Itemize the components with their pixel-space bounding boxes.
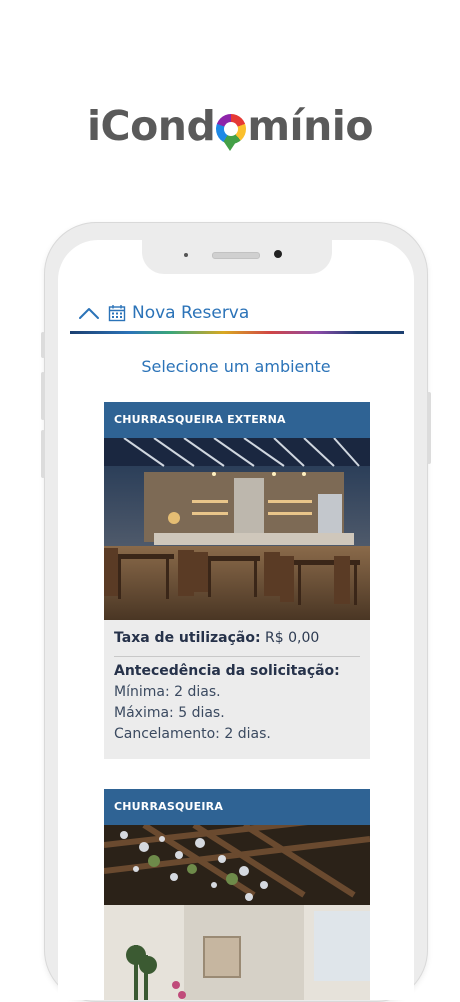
phone-notch <box>142 240 332 274</box>
advance-min: Mínima: 2 dias. <box>114 684 221 700</box>
ambiente-photo <box>104 825 370 1000</box>
brand-prefix: iCond <box>86 102 216 150</box>
app-header[interactable]: Nova Reserva <box>66 296 400 330</box>
phone-volume-up <box>41 372 45 420</box>
ambiente-photo <box>104 438 370 620</box>
chevron-up-icon[interactable] <box>78 302 100 324</box>
fee-row: Taxa de utilização: R$ 0,00 <box>114 630 360 646</box>
divider <box>114 656 360 657</box>
card-title: CHURRASQUEIRA EXTERNA <box>104 402 370 438</box>
phone-frame: Nova Reserva Selecione um ambiente CHURR… <box>41 222 431 1002</box>
ambiente-card[interactable]: CHURRASQUEIRA EXTERNA Taxa de utilização… <box>104 402 370 759</box>
phone-mute-switch <box>41 332 45 358</box>
phone-camera <box>274 250 282 258</box>
brand-suffix: mínio <box>247 102 374 150</box>
advance-cancel: Cancelamento: 2 dias. <box>114 726 271 742</box>
fee-label: Taxa de utilização: <box>114 630 261 646</box>
advance-max: Máxima: 5 dias. <box>114 705 225 721</box>
card-details: Taxa de utilização: R$ 0,00 Antecedência… <box>104 620 370 759</box>
phone-screen: Nova Reserva Selecione um ambiente CHURR… <box>58 240 414 1000</box>
page-title: Nova Reserva <box>132 303 250 323</box>
phone-volume-down <box>41 430 45 478</box>
header-divider <box>70 331 404 334</box>
phone-power-button <box>427 392 431 464</box>
advance-title: Antecedência da solicitação: <box>114 663 340 679</box>
brand-logo: iCond mínio <box>0 102 460 151</box>
fee-value: R$ 0,00 <box>265 630 320 646</box>
calendar-icon <box>108 305 126 322</box>
section-subtitle: Selecione um ambiente <box>141 357 331 376</box>
phone-sensor <box>184 253 188 257</box>
phone-speaker <box>212 252 260 259</box>
brand-o-mark-icon <box>216 114 247 151</box>
ambiente-card[interactable]: CHURRASQUEIRA <box>104 789 370 1000</box>
card-title: CHURRASQUEIRA <box>104 789 370 825</box>
